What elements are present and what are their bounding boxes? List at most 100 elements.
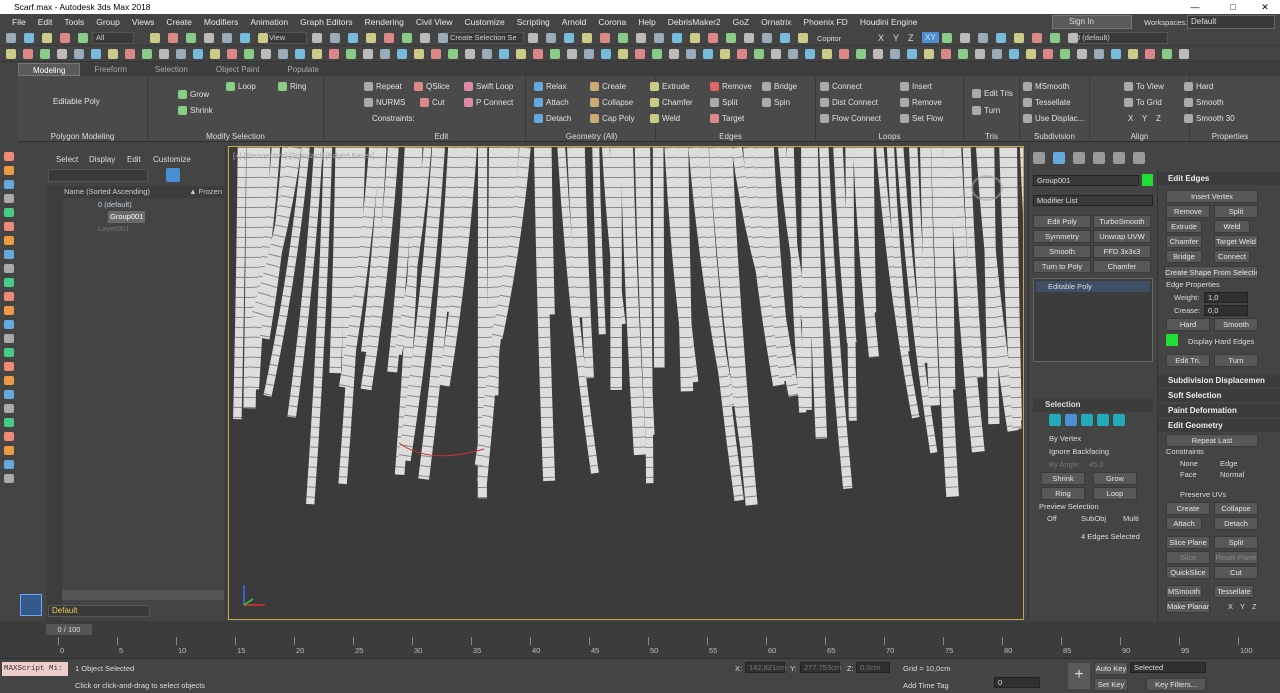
bridge-button[interactable]: Bridge — [1166, 250, 1202, 263]
paint-deformation-header[interactable]: Paint Deformation — [1158, 404, 1280, 417]
menu-scripting[interactable]: Scripting — [511, 17, 556, 27]
toolbar-icon[interactable] — [601, 49, 611, 59]
toolbar-icon[interactable] — [669, 49, 679, 59]
toolbar-icon[interactable] — [992, 49, 1002, 59]
tool-icon[interactable] — [4, 460, 14, 469]
menu-phoenix-fd[interactable]: Phoenix FD — [797, 17, 853, 27]
toolbar-icon[interactable] — [240, 33, 250, 43]
collapse-button[interactable]: Collapse — [590, 98, 633, 107]
set-key-button[interactable]: Set Key — [1094, 678, 1128, 691]
ring-button[interactable]: Ring — [1041, 487, 1085, 500]
relax-button[interactable]: Relax — [534, 82, 566, 91]
hard-edges-color-swatch[interactable] — [1166, 334, 1178, 346]
toolbar-icon[interactable] — [805, 49, 815, 59]
viewport-perspective[interactable]: [+] [Perspective] [Standard] [Edged Face… — [228, 146, 1024, 620]
target-button[interactable]: Target — [710, 114, 744, 123]
scene-scrollbar[interactable] — [62, 590, 224, 600]
planar-x[interactable]: X — [1228, 602, 1233, 611]
align-y-button[interactable]: Y — [1142, 114, 1147, 123]
repeat-button[interactable]: Repeat — [364, 82, 402, 91]
turn-button[interactable]: Turn — [972, 106, 1000, 115]
to-grid-button[interactable]: To Grid — [1124, 98, 1162, 107]
toolbar-icon[interactable] — [380, 49, 390, 59]
insert-vertex-button[interactable]: Insert Vertex — [1166, 190, 1258, 203]
cut-button[interactable]: Cut — [420, 98, 444, 107]
toolbar-icon[interactable] — [1077, 49, 1087, 59]
target-weld-button[interactable]: Target Weld — [1214, 235, 1258, 248]
toolbar-icon[interactable] — [431, 49, 441, 59]
toolbar-icon[interactable] — [1026, 49, 1036, 59]
connect-button[interactable]: Connect — [820, 82, 862, 91]
subdivision-displacement-header[interactable]: Subdivision Displacemen — [1158, 374, 1280, 387]
object-name-field[interactable]: Group001 — [1033, 175, 1139, 186]
toolbar-icon[interactable] — [60, 33, 70, 43]
tool-icon[interactable] — [4, 152, 14, 161]
toolbar-icon[interactable] — [6, 49, 16, 59]
toolbar-icon[interactable] — [23, 49, 33, 59]
toolbar-icon[interactable] — [420, 33, 430, 43]
tool-icon[interactable] — [4, 306, 14, 315]
toolbar-icon[interactable] — [402, 33, 412, 43]
tool-icon[interactable] — [4, 236, 14, 245]
display-hard-edges-checkbox[interactable]: Display Hard Edges — [1188, 337, 1254, 346]
selection-rollout-header[interactable]: Selection — [1033, 398, 1153, 412]
spin-button[interactable]: Spin — [762, 98, 790, 107]
toolbar-icon[interactable] — [737, 49, 747, 59]
split-toggle[interactable]: Split — [1214, 536, 1258, 549]
toolbar-icon[interactable] — [744, 33, 754, 43]
menu-help[interactable]: Help — [632, 17, 661, 27]
toolbar-icon[interactable] — [941, 49, 951, 59]
group-label[interactable]: Geometry (All) — [528, 132, 655, 141]
slice-plane-button[interactable]: Slice Plane — [1166, 536, 1210, 549]
detach-button[interactable]: Detach — [1214, 517, 1258, 530]
constraint-face-radio[interactable]: Face — [1180, 470, 1197, 479]
layer-dropdown[interactable]: 0 (default) — [1072, 32, 1168, 44]
group-label[interactable]: Tris — [964, 132, 1019, 141]
tool-icon[interactable] — [4, 180, 14, 189]
scene-search-input[interactable] — [48, 169, 148, 182]
nurms-button[interactable]: NURMS — [364, 98, 405, 107]
tool-icon[interactable] — [4, 166, 14, 175]
turn-button[interactable]: Turn — [1214, 354, 1258, 367]
preserve-uvs-checkbox[interactable]: Preserve UVs — [1180, 490, 1226, 499]
angle-field[interactable]: 45,0 — [1089, 460, 1104, 469]
msmooth-button[interactable]: MSmooth — [1023, 82, 1069, 91]
toolbar-icon[interactable] — [1111, 49, 1121, 59]
toolbar-icon[interactable] — [618, 49, 628, 59]
toolbar-icon[interactable] — [546, 33, 556, 43]
toolbar-icon[interactable] — [74, 49, 84, 59]
toolbar-icon[interactable] — [873, 49, 883, 59]
crease-field[interactable]: 0,0 — [1204, 305, 1248, 316]
menu-animation[interactable]: Animation — [244, 17, 294, 27]
stack-item[interactable]: Editable Poly — [1036, 281, 1150, 292]
menu-corona[interactable]: Corona — [592, 17, 632, 27]
slice-button[interactable]: Slice — [1166, 551, 1210, 564]
col-frozen[interactable]: ▲ Frozen — [189, 186, 222, 198]
toolbar-icon[interactable] — [91, 49, 101, 59]
smooth30-button[interactable]: Smooth 30 — [1184, 114, 1235, 123]
tool-icon[interactable] — [4, 418, 14, 427]
toolbar-icon[interactable] — [726, 33, 736, 43]
toolbar-icon[interactable] — [1009, 49, 1019, 59]
menu-customize[interactable]: Customize — [459, 17, 511, 27]
menu-group[interactable]: Group — [90, 17, 126, 27]
collapse-button[interactable]: Collapse — [1214, 502, 1258, 515]
toolbar-icon[interactable] — [890, 49, 900, 59]
menu-houdini-engine[interactable]: Houdini Engine — [854, 17, 924, 27]
tool-icon[interactable] — [4, 334, 14, 343]
tool-icon[interactable] — [4, 404, 14, 413]
toolbar-icon[interactable] — [193, 49, 203, 59]
tool-icon[interactable] — [4, 264, 14, 273]
toolbar-icon[interactable] — [771, 49, 781, 59]
y-field[interactable]: 277,753cm — [800, 662, 841, 673]
toolbar-icon[interactable] — [57, 49, 67, 59]
toolbar-icon[interactable] — [533, 49, 543, 59]
hard-button[interactable]: Hard — [1184, 82, 1213, 91]
tool-icon[interactable] — [4, 250, 14, 259]
toolbar-icon[interactable] — [1050, 33, 1060, 43]
toolbar-icon[interactable] — [330, 33, 340, 43]
col-name[interactable]: Name (Sorted Ascending) — [62, 187, 150, 196]
planar-z[interactable]: Z — [1252, 602, 1257, 611]
ref-coord-dropdown[interactable]: View — [265, 32, 307, 44]
toolbar-icon[interactable] — [438, 33, 448, 43]
